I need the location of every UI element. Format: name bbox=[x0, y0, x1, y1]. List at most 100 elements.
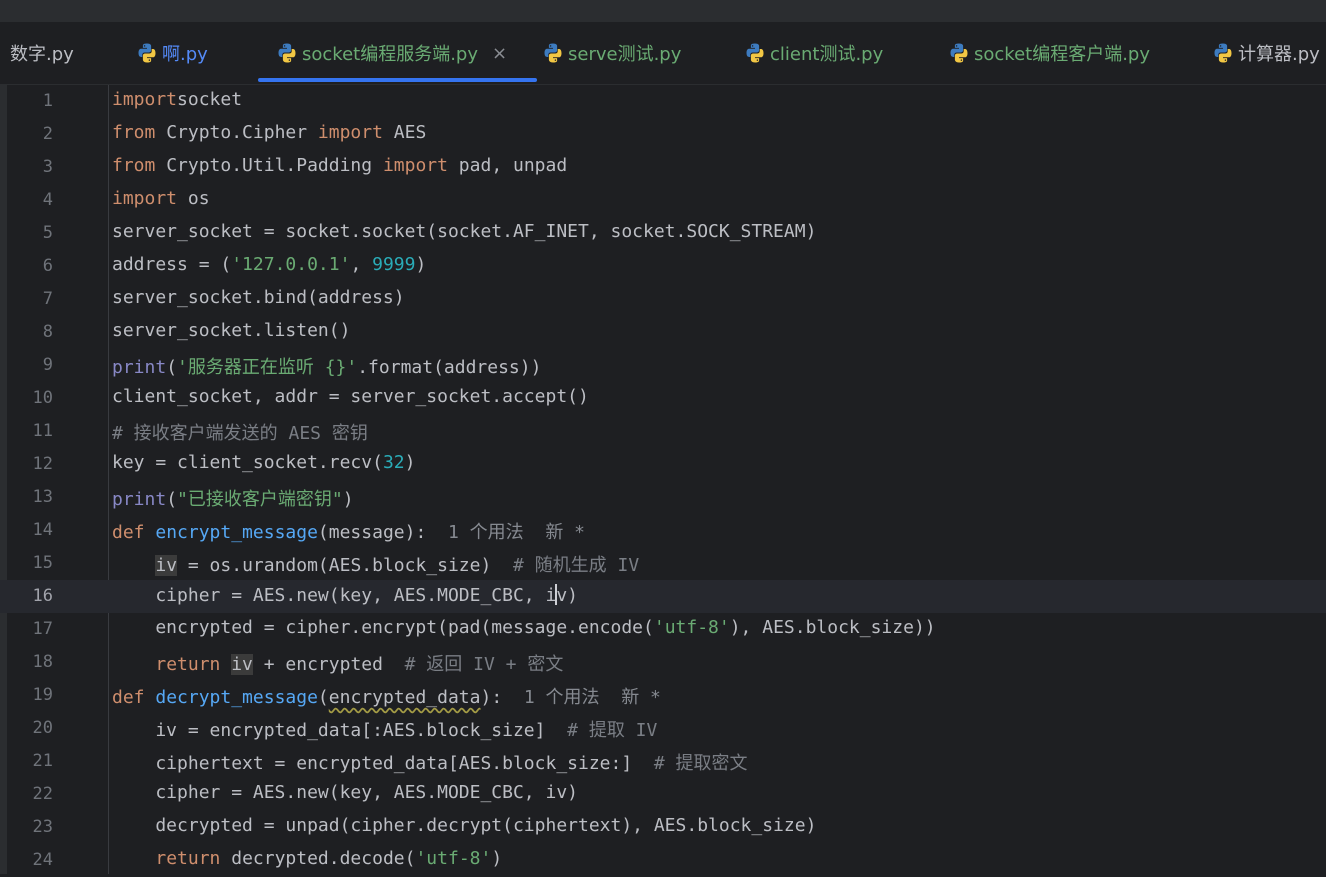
code-line[interactable]: 22 cipher = AES.new(key, AES.MODE_CBC, i… bbox=[0, 778, 1326, 811]
code-line[interactable]: 2 from Crypto.Cipher import AES bbox=[0, 118, 1326, 151]
tab-label: 数字.py bbox=[10, 44, 74, 65]
code-line[interactable]: 13 print("已接收客户端密钥") bbox=[0, 481, 1326, 514]
code-token: iv = encrypted_data[:AES.block_size] bbox=[112, 720, 568, 741]
line-number[interactable]: 9 bbox=[0, 355, 53, 375]
line-number[interactable]: 19 bbox=[0, 685, 53, 705]
code-line[interactable]: 12 key = client_socket.recv(32) bbox=[0, 448, 1326, 481]
code-line[interactable]: 20 iv = encrypted_data[:AES.block_size] … bbox=[0, 712, 1326, 745]
code-token: , bbox=[350, 254, 373, 275]
code-text[interactable]: def encrypt_message(message): 1 个用法 新 * bbox=[112, 518, 585, 544]
code-text[interactable]: from Crypto.Util.Padding import pad, unp… bbox=[112, 155, 567, 176]
code-text[interactable]: return iv + encrypted # 返回 IV + 密文 bbox=[112, 650, 563, 676]
code-line[interactable]: 21 ciphertext = encrypted_data[AES.block… bbox=[0, 745, 1326, 778]
code-line[interactable]: 15 iv = os.urandom(AES.block_size) # 随机生… bbox=[0, 547, 1326, 580]
line-number[interactable]: 20 bbox=[0, 718, 53, 738]
line-number[interactable]: 21 bbox=[0, 751, 53, 771]
code-editor[interactable]: 1 importsocket 2 from Crypto.Cipher import … bbox=[0, 85, 1326, 874]
code-text[interactable]: cipher = AES.new(key, AES.MODE_CBC, iv) bbox=[112, 584, 578, 606]
line-number[interactable]: 1 bbox=[0, 91, 53, 111]
tab-socket-server[interactable]: socket编程服务端.py × bbox=[257, 22, 538, 84]
code-text[interactable]: server_socket = socket.socket(socket.AF_… bbox=[112, 221, 816, 242]
code-text[interactable]: iv = os.urandom(AES.block_size) # 随机生成 I… bbox=[112, 551, 639, 577]
code-line[interactable]: 1 importsocket bbox=[0, 85, 1326, 118]
code-text[interactable]: ciphertext = encrypted_data[AES.block_si… bbox=[112, 749, 748, 775]
code-text[interactable]: importsocket bbox=[112, 89, 242, 110]
tab-calculator[interactable]: 计算器.py bbox=[1212, 22, 1320, 84]
code-comment: # 随机生成 IV bbox=[513, 555, 640, 576]
code-token: ciphertext = encrypted_data[AES.block_si… bbox=[112, 753, 654, 774]
line-number[interactable]: 22 bbox=[0, 784, 53, 804]
line-number[interactable]: 17 bbox=[0, 619, 53, 639]
code-token: def bbox=[112, 687, 156, 708]
line-number[interactable]: 12 bbox=[0, 454, 53, 474]
line-number[interactable]: 8 bbox=[0, 322, 53, 342]
code-text[interactable]: import os bbox=[112, 188, 210, 209]
code-token: import bbox=[317, 122, 383, 143]
line-number[interactable]: 4 bbox=[0, 190, 53, 210]
code-text[interactable]: server_socket.listen() bbox=[112, 320, 350, 341]
code-line[interactable]: 4 import os bbox=[0, 184, 1326, 217]
code-line[interactable]: 3 from Crypto.Util.Padding import pad, un… bbox=[0, 151, 1326, 184]
code-line[interactable]: 23 decrypted = unpad(cipher.decrypt(ciph… bbox=[0, 811, 1326, 844]
line-number[interactable]: 13 bbox=[0, 487, 53, 507]
code-token: ) bbox=[342, 489, 354, 510]
code-text[interactable]: decrypted = unpad(cipher.decrypt(ciphert… bbox=[112, 815, 816, 836]
close-icon[interactable]: × bbox=[492, 43, 507, 64]
line-number[interactable]: 23 bbox=[0, 817, 53, 837]
code-line[interactable]: 18 return iv + encrypted # 返回 IV + 密文 bbox=[0, 646, 1326, 679]
code-text[interactable]: print('服务器正在监听 {}'.format(address)) bbox=[112, 353, 541, 379]
code-text[interactable]: from Crypto.Cipher import AES bbox=[112, 122, 426, 143]
line-number[interactable]: 24 bbox=[0, 850, 53, 870]
tab-client-test[interactable]: client测试.py bbox=[744, 22, 883, 84]
line-number[interactable]: 10 bbox=[0, 388, 53, 408]
line-number[interactable]: 11 bbox=[0, 421, 53, 441]
line-number[interactable]: 15 bbox=[0, 553, 53, 573]
line-number[interactable]: 5 bbox=[0, 223, 53, 243]
code-token: server_socket = socket.socket(socket.AF_… bbox=[112, 221, 817, 242]
code-line[interactable]: 14 def encrypt_message(message): 1 个用法 新 … bbox=[0, 514, 1326, 547]
code-text[interactable]: encrypted = cipher.encrypt(pad(message.e… bbox=[112, 617, 935, 638]
code-token: encrypt_message bbox=[155, 522, 318, 543]
tab-label: socket编程客户端.py bbox=[974, 44, 1151, 65]
code-text[interactable]: return decrypted.decode('utf-8') bbox=[112, 848, 502, 869]
code-text[interactable]: client_socket, addr = server_socket.acce… bbox=[112, 386, 589, 407]
code-token: iv bbox=[231, 654, 253, 675]
tab-shuzi[interactable]: 数字.py bbox=[10, 22, 74, 84]
code-token: def bbox=[112, 522, 156, 543]
code-line[interactable]: 16 cipher = AES.new(key, AES.MODE_CBC, i… bbox=[0, 580, 1326, 613]
code-line[interactable]: 10 client_socket, addr = server_socket.ac… bbox=[0, 382, 1326, 415]
line-number[interactable]: 16 bbox=[0, 586, 53, 606]
code-text[interactable]: def decrypt_message(encrypted_data): 1 个… bbox=[112, 683, 661, 709]
tab-a[interactable]: 啊.py bbox=[136, 22, 208, 84]
code-line[interactable]: 9 print('服务器正在监听 {}'.format(address)) bbox=[0, 349, 1326, 382]
code-token: print bbox=[112, 357, 167, 378]
code-line[interactable]: 6 address = ('127.0.0.1', 9999) bbox=[0, 250, 1326, 283]
code-line[interactable]: 17 encrypted = cipher.encrypt(pad(messag… bbox=[0, 613, 1326, 646]
code-line[interactable]: 24 return decrypted.decode('utf-8') bbox=[0, 844, 1326, 877]
tab-socket-client[interactable]: socket编程客户端.py bbox=[948, 22, 1150, 84]
code-line[interactable]: 5 server_socket = socket.socket(socket.AF… bbox=[0, 217, 1326, 250]
code-line[interactable]: 8 server_socket.listen() bbox=[0, 316, 1326, 349]
code-text[interactable]: key = client_socket.recv(32) bbox=[112, 452, 415, 473]
code-line[interactable]: 19 def decrypt_message(encrypted_data): 1… bbox=[0, 679, 1326, 712]
code-token: client_socket, addr = server_socket.acce… bbox=[112, 386, 589, 407]
code-line[interactable]: 7 server_socket.bind(address) bbox=[0, 283, 1326, 316]
code-text[interactable]: # 接收客户端发送的 AES 密钥 bbox=[112, 419, 368, 445]
code-text[interactable]: iv = encrypted_data[:AES.block_size] # 提… bbox=[112, 716, 657, 742]
code-line[interactable]: 11 # 接收客户端发送的 AES 密钥 bbox=[0, 415, 1326, 448]
line-number[interactable]: 7 bbox=[0, 289, 53, 309]
code-text[interactable]: server_socket.bind(address) bbox=[112, 287, 405, 308]
line-number[interactable]: 3 bbox=[0, 157, 53, 177]
tab-label: socket编程服务端.py bbox=[302, 44, 479, 65]
line-number[interactable]: 2 bbox=[0, 124, 53, 144]
line-number[interactable]: 14 bbox=[0, 520, 53, 540]
code-text[interactable]: cipher = AES.new(key, AES.MODE_CBC, iv) bbox=[112, 782, 578, 803]
code-text[interactable]: address = ('127.0.0.1', 9999) bbox=[112, 254, 426, 275]
tab-serve-test[interactable]: serve测试.py bbox=[542, 22, 681, 84]
line-number[interactable]: 6 bbox=[0, 256, 53, 276]
line-number[interactable]: 18 bbox=[0, 652, 53, 672]
code-text[interactable]: print("已接收客户端密钥") bbox=[112, 485, 354, 511]
code-comment: # 提取密文 bbox=[653, 753, 748, 774]
